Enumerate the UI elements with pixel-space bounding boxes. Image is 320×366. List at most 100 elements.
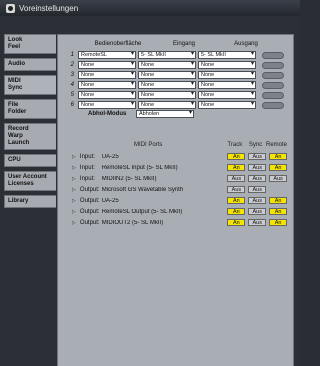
input-select[interactable]: None (138, 101, 196, 109)
surface-select[interactable]: None (78, 61, 136, 69)
port-type: Input: (79, 164, 95, 171)
track-toggle[interactable]: An (227, 219, 246, 226)
input-select[interactable]: None (138, 81, 196, 89)
control-surface-row: 6NoneNoneNone (64, 101, 284, 109)
track-toggle[interactable]: An (227, 208, 246, 215)
control-surface-number: 1 (70, 52, 74, 58)
header-output: Ausgang (234, 41, 258, 47)
sidebar-tab-label: User Account (8, 174, 47, 180)
sidebar-tab-label: Library (8, 198, 29, 204)
sync-toggle[interactable]: Aus (248, 219, 267, 226)
midi-port-row: ▷ Output: Microsoft GS Wavetable Synth Aus A… (72, 185, 287, 194)
remote-toggle[interactable]: An (269, 164, 287, 171)
midi-ports-header: MIDI Ports Track Sync Remote (72, 141, 287, 149)
expand-triangle-icon[interactable]: ▷ (72, 187, 80, 193)
port-name: UA-25 (101, 197, 119, 204)
port-type: Input: (79, 175, 95, 182)
sidebar-tab-label: File (8, 102, 19, 108)
surface-select[interactable]: None (78, 101, 136, 109)
surface-select[interactable]: None (78, 71, 136, 79)
sidebar-tab[interactable]: File Folder (4, 99, 56, 119)
surface-select[interactable]: RemoteSL (78, 51, 136, 59)
sidebar-tab[interactable]: Library (4, 195, 56, 208)
track-toggle[interactable]: Aus (227, 186, 246, 193)
remote-toggle[interactable]: An (269, 197, 287, 204)
sync-toggle[interactable]: Aus (248, 197, 267, 204)
control-surface-number: 5 (70, 92, 74, 98)
header-sync: Sync (248, 142, 263, 148)
app-icon (6, 3, 15, 13)
dump-button[interactable] (262, 81, 284, 89)
port-type: Output: (79, 219, 100, 226)
sync-toggle[interactable]: Aus (248, 208, 267, 215)
sidebar-tab[interactable]: User Account Licenses (4, 171, 56, 191)
sidebar-tab[interactable]: MIDI Sync (4, 75, 56, 95)
output-select[interactable]: None (198, 61, 256, 69)
track-toggle[interactable]: Aus (227, 175, 246, 182)
dump-button[interactable] (262, 61, 284, 69)
output-select[interactable]: None (198, 101, 256, 109)
sidebar-tab-label: Licenses (8, 181, 34, 187)
sidebar-tab-label: Launch (8, 140, 30, 146)
sidebar-tab-label: Warp (8, 133, 23, 139)
dump-button[interactable] (262, 51, 284, 59)
midi-port-row: ▷ Output: RemoteSL Output (5- SL MkII) An Au… (72, 207, 287, 216)
port-name: MIDIIN2 (5- SL MkII) (101, 175, 157, 182)
midi-port-row: ▷ Output: MIDIOUT2 (5- SL MkII) An Aus An (72, 218, 287, 227)
header-ports: MIDI Ports (134, 142, 163, 148)
remote-toggle[interactable]: An (269, 219, 287, 226)
takeover-label: Abhol-Modus (88, 111, 127, 117)
midi-port-row: ▷ Output: UA-25 An Aus An (72, 196, 287, 205)
port-type: Input: (79, 153, 95, 160)
remote-toggle[interactable]: An (269, 208, 287, 215)
control-surface-row: 3NoneNoneNone (64, 71, 284, 79)
sync-toggle[interactable]: Aus (248, 164, 267, 171)
midi-port-row: ▷ Input: UA-25 An Aus An (72, 152, 287, 161)
sync-toggle[interactable]: Aus (248, 175, 267, 182)
expand-triangle-icon[interactable]: ▷ (72, 176, 80, 182)
track-toggle[interactable]: An (227, 197, 246, 204)
sync-toggle[interactable]: Aus (248, 186, 267, 193)
sidebar-tab-label: Feel (8, 44, 21, 50)
expand-triangle-icon[interactable]: ▷ (72, 165, 80, 171)
surface-select[interactable]: None (78, 91, 136, 99)
sidebar-tab-label: Record (8, 126, 29, 132)
remote-toggle[interactable]: An (269, 153, 287, 160)
expand-triangle-icon[interactable]: ▷ (72, 154, 80, 160)
sidebar-tab[interactable]: Audio (4, 58, 56, 71)
control-surface-row: 1RemoteSL5- SL MkII5- SL MkII (64, 51, 284, 59)
input-select[interactable]: None (138, 71, 196, 79)
expand-triangle-icon[interactable]: ▷ (72, 209, 80, 215)
input-select[interactable]: 5- SL MkII (138, 51, 196, 59)
dump-button[interactable] (262, 101, 284, 109)
output-select[interactable]: 5- SL MkII (198, 51, 256, 59)
sidebar-tab-label: Look (8, 37, 23, 43)
output-select[interactable]: None (198, 71, 256, 79)
preferences-frame: Look Feel Audio MIDI Sync File Folder Record War… (0, 16, 300, 366)
port-name: UA-25 (101, 153, 119, 160)
expand-triangle-icon[interactable]: ▷ (72, 220, 80, 226)
port-type: Output: (79, 186, 100, 193)
input-select[interactable]: None (138, 61, 196, 69)
remote-toggle (269, 186, 287, 193)
output-select[interactable]: None (198, 81, 256, 89)
window-titlebar: Voreinstellungen (0, 0, 300, 16)
output-select[interactable]: None (198, 91, 256, 99)
track-toggle[interactable]: An (227, 153, 246, 160)
expand-triangle-icon[interactable]: ▷ (72, 198, 80, 204)
dump-button[interactable] (262, 91, 284, 99)
header-track: Track (227, 142, 243, 148)
sidebar-tab[interactable]: Look Feel (4, 34, 56, 54)
midi-sync-panel: Bedienoberfläche Eingang Ausgang 1 Remote… (57, 34, 294, 366)
track-toggle[interactable]: An (227, 164, 246, 171)
input-select[interactable]: None (138, 91, 196, 99)
sidebar-tab-label: Sync (8, 85, 23, 91)
surface-select[interactable]: None (78, 81, 136, 89)
sync-toggle[interactable]: Aus (248, 153, 267, 160)
sidebar-tab[interactable]: Record Warp Launch (4, 123, 56, 150)
sidebar-tab[interactable]: CPU (4, 154, 56, 167)
midi-port-row: ▷ Input: RemoteSL Input (5- SL MkII) An Aus A… (72, 163, 287, 172)
remote-toggle[interactable]: Aus (269, 175, 287, 182)
takeover-select[interactable]: Abholen (136, 110, 194, 118)
dump-button[interactable] (262, 71, 284, 79)
